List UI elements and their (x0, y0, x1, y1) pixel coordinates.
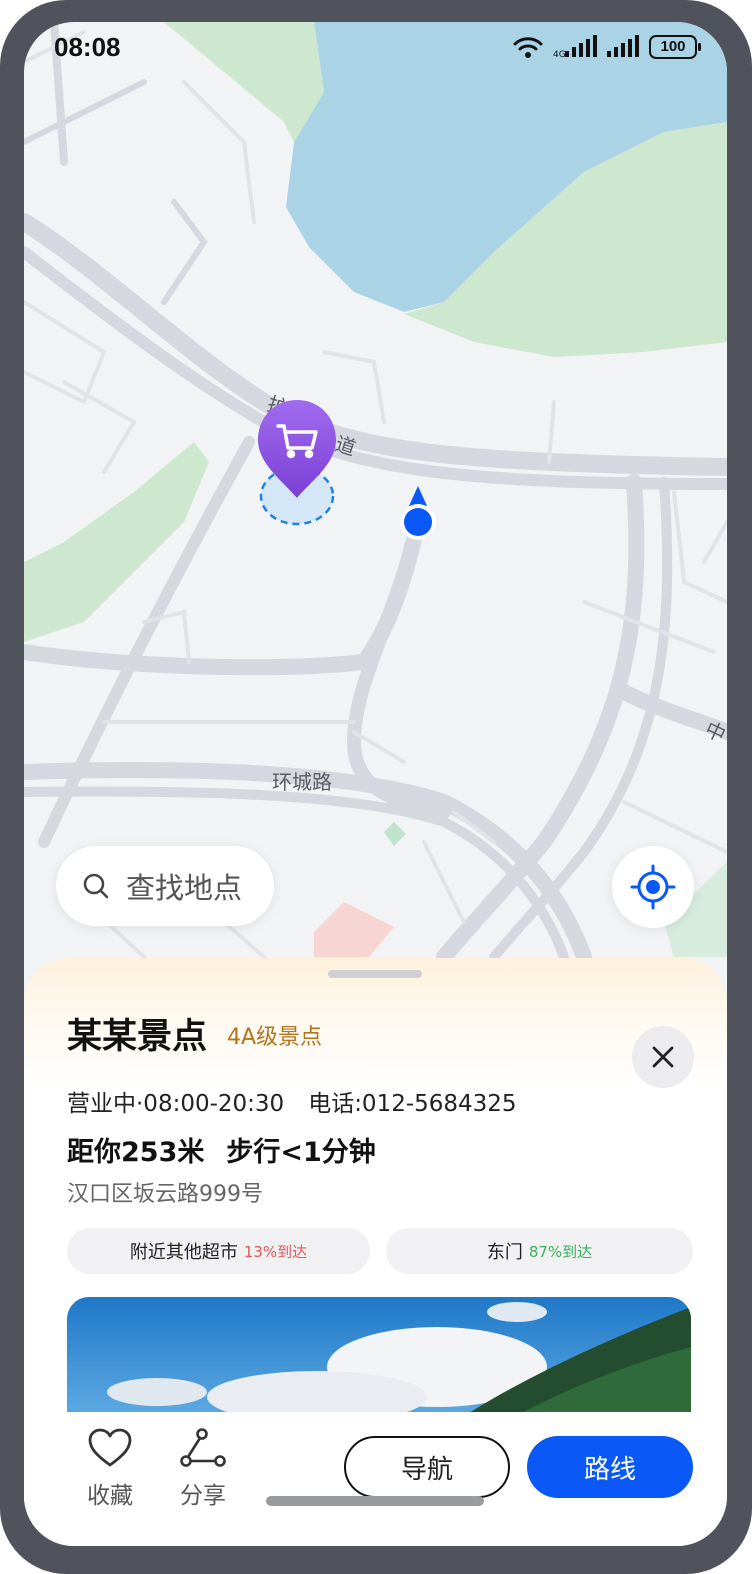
place-title: 某某景点 (67, 1017, 208, 1057)
chip-label: 东门 (486, 1242, 523, 1263)
share-icon (180, 1428, 226, 1467)
status-time: 08:08 (54, 32, 121, 62)
phone-frame: 环城路 道 护 中 (0, 0, 752, 1574)
address: 汉口区坂云路999号 (67, 1182, 263, 1207)
search-placeholder: 查找地点 (126, 871, 243, 905)
wifi-icon (513, 37, 543, 58)
user-location-marker (396, 484, 440, 560)
opening-hours: 营业中·08:00-20:30 (67, 1091, 285, 1117)
place-detail-sheet: 某某景点 4A级景点 营业中·08:00-20:30 电话:012-5684325… (24, 958, 727, 1546)
search-button[interactable]: 查找地点 (56, 846, 274, 926)
chip-percentage: 87%到达 (528, 1242, 593, 1261)
walk-time: 步行<1分钟 (226, 1137, 376, 1168)
svg-text:4G: 4G (553, 50, 566, 59)
share-label: 分享 (180, 1483, 226, 1509)
signal-icon (607, 35, 639, 57)
favorite-label: 收藏 (87, 1483, 133, 1509)
phone-number[interactable]: 电话:012-5684325 (308, 1091, 516, 1117)
search-icon (83, 873, 109, 899)
home-indicator[interactable] (266, 1496, 484, 1506)
close-button[interactable] (632, 1026, 694, 1088)
status-icons: 4G 100 (513, 35, 701, 59)
signal-icon: 4G (553, 35, 597, 59)
road-label-main: 环城路 (272, 770, 332, 794)
chip-nearby-supermarkets[interactable]: 附近其他超市 13%到达 (67, 1228, 370, 1274)
favorite-button[interactable]: 收藏 (70, 1428, 150, 1510)
share-button[interactable]: 分享 (163, 1428, 243, 1510)
screen: 环城路 道 护 中 (24, 22, 727, 1546)
locate-icon (630, 864, 676, 910)
action-bar: 收藏 分享 导航 路线 (24, 1412, 727, 1546)
chip-percentage: 13%到达 (243, 1242, 308, 1261)
place-rating-badge: 4A级景点 (227, 1025, 323, 1050)
navigate-button[interactable]: 导航 (344, 1436, 510, 1498)
locate-button[interactable] (612, 846, 694, 928)
chip-label: 附近其他超市 (129, 1242, 238, 1263)
close-icon (652, 1046, 674, 1068)
distance-line: 距你253米 步行<1分钟 (67, 1130, 376, 1169)
poi-marker[interactable] (254, 398, 340, 558)
heart-icon (88, 1428, 132, 1467)
route-button[interactable]: 路线 (527, 1436, 693, 1498)
hours-phone-line: 营业中·08:00-20:30 电话:012-5684325 (67, 1084, 517, 1118)
chip-east-gate[interactable]: 东门 87%到达 (386, 1228, 693, 1274)
battery-icon: 100 (649, 35, 701, 59)
distance: 距你253米 (67, 1137, 205, 1168)
place-photo[interactable] (67, 1297, 691, 1427)
status-bar: 08:08 4G 100 (24, 22, 727, 74)
sheet-drag-handle[interactable] (328, 970, 422, 978)
